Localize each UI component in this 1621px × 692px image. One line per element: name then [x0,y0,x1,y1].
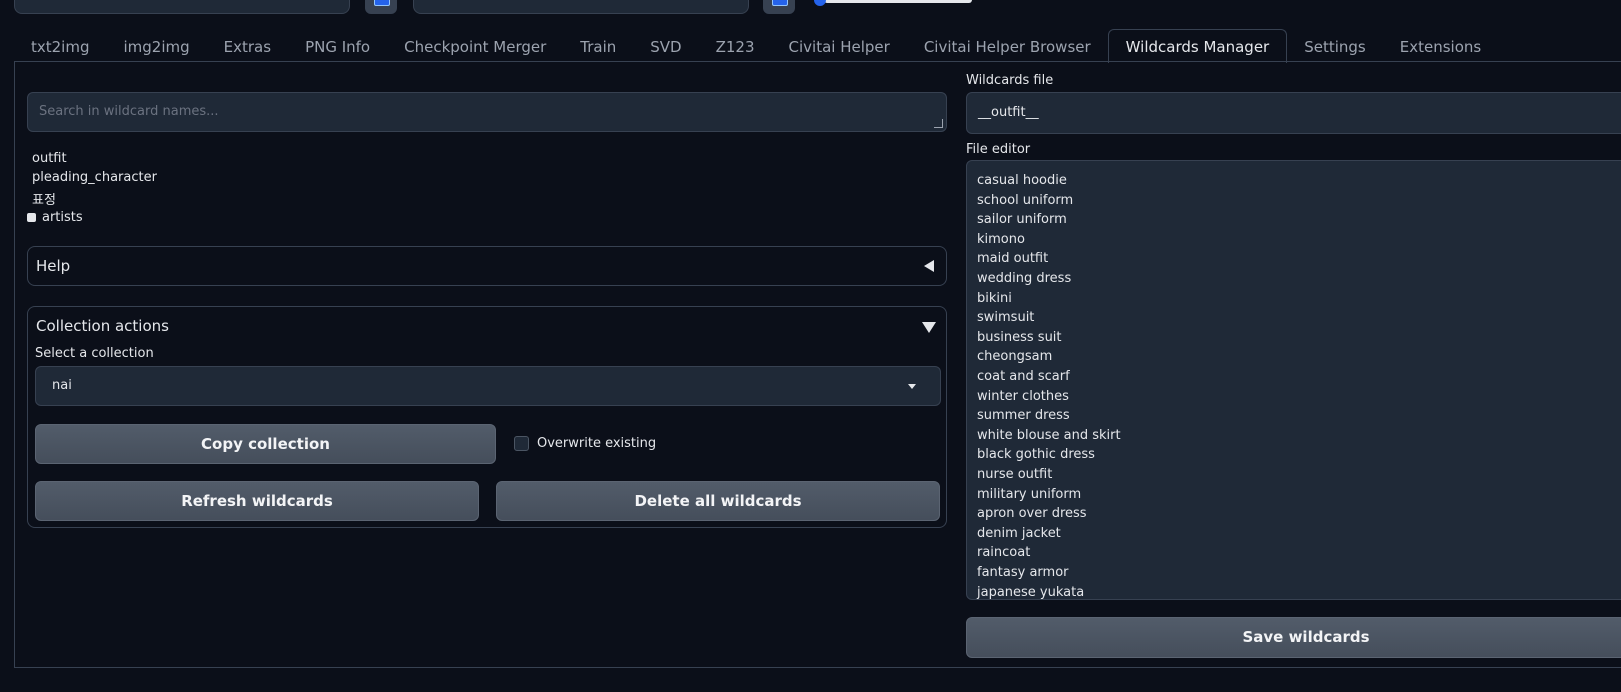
editor-line: business suit [977,329,1062,345]
wildcards-file-field[interactable]: __outfit__ [966,92,1621,134]
tree-item-pleading-character[interactable]: pleading_character [32,170,157,185]
wildcards-file-label: Wildcards file [966,73,1054,88]
tree-item-outfit[interactable]: outfit [32,151,67,166]
editor-line: denim jacket [977,525,1061,541]
editor-line: wedding dress [977,271,1072,286]
tab-train[interactable]: Train [563,29,633,62]
resize-handle-icon[interactable] [934,119,943,128]
expand-down-icon[interactable] [922,322,936,333]
refresh-icon [772,0,788,6]
tab-z123[interactable]: Z123 [699,29,772,62]
copy-collection-button[interactable]: Copy collection [35,424,496,464]
collapse-left-icon[interactable] [924,260,934,272]
overwrite-existing-checkbox[interactable] [514,436,529,451]
refresh-vae-button[interactable] [763,0,795,14]
tab-extras[interactable]: Extras [207,29,288,62]
editor-line: maid outfit [977,251,1049,267]
editor-line: white blouse and skirt [977,427,1121,443]
tab-civitai-helper[interactable]: Civitai Helper [772,29,907,62]
tab-settings[interactable]: Settings [1287,29,1383,62]
editor-line: swimsuit [977,310,1035,326]
editor-line: black gothic dress [977,447,1095,463]
save-wildcards-button[interactable]: Save wildcards [966,617,1621,658]
file-editor-label: File editor [966,142,1031,157]
delete-all-wildcards-button[interactable]: Delete all wildcards [496,481,940,521]
vae-dropdown[interactable] [413,0,749,14]
tab-img2img[interactable]: img2img [106,29,206,62]
collection-actions-title: Collection actions [36,317,169,335]
tab-civitai-helper-browser[interactable]: Civitai Helper Browser [907,29,1108,62]
editor-line: raincoat [977,545,1031,561]
search-input[interactable]: Search in wildcard names... [27,92,947,132]
tab-txt2img[interactable]: txt2img [14,29,106,62]
editor-line: kimono [977,231,1025,247]
editor-line: japanese yukata [977,584,1085,600]
collection-select[interactable]: nai [35,366,941,406]
editor-line: nurse outfit [977,467,1053,482]
help-accordion[interactable]: Help [27,246,947,286]
wildcards-file-value: __outfit__ [978,105,1039,120]
editor-line: fantasy armor [977,565,1069,580]
file-editor-textarea[interactable]: casual hoodie school uniform sailor unifor… [966,160,1621,600]
editor-line: bikini [977,290,1012,306]
tab-png-info[interactable]: PNG Info [288,29,387,62]
editor-line: cheongsam [977,349,1053,365]
search-placeholder: Search in wildcard names... [39,104,219,119]
editor-line: winter clothes [977,388,1069,404]
tab-wildcards-manager[interactable]: Wildcards Manager [1107,29,1288,63]
editor-line: summer dress [977,408,1070,424]
main-tabs: txt2img img2img Extras PNG Info Checkpoint M… [14,29,1498,63]
editor-line: military uniform [977,486,1082,502]
refresh-icon [374,0,390,6]
help-title: Help [36,257,71,275]
editor-line: apron over dress [977,506,1087,522]
collection-select-value: nai [52,378,72,393]
tab-svd[interactable]: SVD [633,29,698,62]
folder-icon [27,213,36,222]
dropdown-caret-icon [908,384,916,389]
checkpoint-dropdown[interactable] [14,0,350,14]
refresh-wildcards-button[interactable]: Refresh wildcards [35,481,479,521]
clip-skip-slider-track[interactable] [824,0,972,3]
refresh-checkpoint-button[interactable] [365,0,397,14]
tab-extensions[interactable]: Extensions [1383,29,1498,62]
clip-skip-slider-handle[interactable] [814,0,826,6]
overwrite-existing-label: Overwrite existing [537,436,657,451]
tree-folder-artists[interactable]: artists [42,210,83,225]
editor-line: coat and scarf [977,369,1070,384]
select-collection-label: Select a collection [35,346,154,361]
editor-line: casual hoodie [977,173,1067,188]
tab-checkpoint-merger[interactable]: Checkpoint Merger [387,29,563,62]
editor-line: school uniform [977,192,1074,208]
editor-line: sailor uniform [977,212,1067,228]
tree-item-expression[interactable]: 표정 [32,189,56,208]
